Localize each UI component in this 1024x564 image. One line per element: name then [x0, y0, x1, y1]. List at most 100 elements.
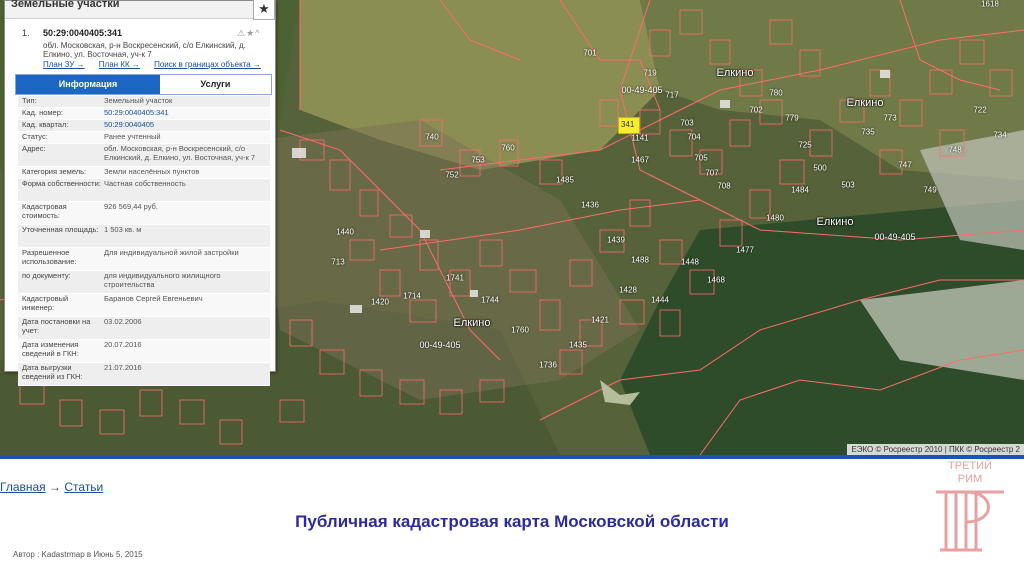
parcel-number-label[interactable]: 1485 [556, 176, 574, 185]
parcel-number-label[interactable]: 760 [501, 144, 514, 153]
quarter-label: 00-49-405 [419, 340, 461, 350]
tab-services[interactable]: Услуги [160, 75, 271, 94]
parcel-number-label[interactable]: 722 [973, 106, 986, 115]
info-row-value[interactable]: 50:29:0040405:341 [104, 108, 268, 118]
info-row: Кад. номер: 50:29:0040405:341 [18, 108, 270, 120]
info-row-key: Адрес: [22, 144, 46, 153]
page-title: Публичная кадастровая карта Московской о… [295, 512, 729, 531]
parcel-number-label[interactable]: 719 [643, 69, 656, 78]
parcel-number-label[interactable]: 704 [687, 133, 700, 142]
parcel-number-label[interactable]: 1448 [681, 258, 699, 267]
info-row-value[interactable]: 50:29:0040405 [104, 120, 268, 130]
parcel-number-label[interactable]: 1714 [403, 292, 421, 301]
info-table: Тип: Земельный участок Кад. номер: 50:29:00… [18, 96, 270, 386]
parcel-number-label[interactable]: 1736 [539, 361, 557, 370]
breadcrumb-home-link[interactable]: Главная [0, 480, 46, 494]
parcel-number-label[interactable]: 749 [923, 186, 936, 195]
info-row-value: обл. Московская, р-н Воскресенский, с/о … [104, 144, 255, 162]
parcel-number-label[interactable]: 701 [583, 49, 596, 58]
tab-information[interactable]: Информация [16, 75, 160, 94]
info-row: Адрес: обл. Московская, р-н Воскресенский… [18, 144, 270, 167]
parcel-number-label[interactable]: 779 [785, 114, 798, 123]
selected-parcel[interactable]: 341 [618, 117, 640, 134]
parcel-number-label[interactable]: 707 [705, 169, 718, 178]
info-row: Кадастровая стоимость: 926 569,44 руб. [18, 202, 270, 225]
parcel-number-label[interactable]: 747 [898, 161, 911, 170]
parcel-number-label[interactable]: 725 [798, 141, 811, 150]
parcel-number-label[interactable]: 748 [948, 146, 961, 155]
logo-emblem [936, 490, 1004, 552]
result-index: 1. [22, 28, 30, 38]
result-cad-number[interactable]: 50:29:0040405:341 [43, 28, 122, 38]
parcel-number-label[interactable]: 735 [861, 128, 874, 137]
plan-kk-link[interactable]: План КК → [99, 60, 140, 69]
info-row-value: 03.02.2006 [104, 317, 142, 326]
cadastral-map[interactable]: 341 Елкино Елкино Елкино Елкино 00-49-40… [0, 0, 1024, 455]
info-row-key: по документу: [22, 271, 71, 280]
quarter-label: 00-49-405 [874, 232, 916, 242]
info-row-key: Разрешенное использование: [22, 248, 77, 266]
star-icon[interactable]: ★ [253, 0, 275, 20]
info-row: Разрешенное использование: Для индивидуал… [18, 248, 270, 271]
info-row-key: Кад. номер: [22, 108, 63, 117]
result-links: План ЗУ → План КК → Поиск в границах объ… [43, 60, 273, 69]
info-row-value: 21.07.2016 [104, 363, 142, 372]
parcel-number-label[interactable]: 1420 [371, 298, 389, 307]
result-address: обл. Московская, р-н Воскресенский, с/о … [43, 41, 246, 59]
parcel-number-label[interactable]: 1439 [607, 236, 625, 245]
parcel-number-label[interactable]: 1480 [766, 214, 784, 223]
parcel-number-label[interactable]: 1421 [591, 316, 609, 325]
parcel-number-label[interactable]: 740 [425, 133, 438, 142]
info-panel: Земельные участки ★ 1. 50:29:0040405:341… [4, 0, 276, 386]
info-row: Статус: Ранее учтенный [18, 132, 270, 144]
parcel-number-label[interactable]: 780 [769, 89, 782, 98]
info-row-value: Земельный участок [104, 96, 173, 105]
panel-header: Земельные участки ★ [5, 0, 275, 20]
parcel-number-label[interactable]: 1436 [581, 201, 599, 210]
parcel-number-label[interactable]: 1484 [791, 186, 809, 195]
village-label: Елкино [816, 216, 854, 228]
parcel-number-label[interactable]: 702 [749, 106, 762, 115]
parcel-number-label[interactable]: 1760 [511, 326, 529, 335]
parcel-number-label[interactable]: 752 [445, 171, 458, 180]
search-in-bounds-link[interactable]: Поиск в границах объекта → [154, 60, 261, 69]
parcel-number-label[interactable]: 713 [331, 258, 344, 267]
parcel-number-label[interactable]: 1428 [619, 286, 637, 295]
info-row: по документу: для индивидуального жилищно… [18, 271, 270, 294]
parcel-number-label[interactable]: 500 [813, 164, 826, 173]
info-row-value: Частная собственность [104, 179, 186, 188]
parcel-number-label[interactable]: 1440 [336, 228, 354, 237]
breadcrumb-articles-link[interactable]: Статьи [64, 480, 103, 494]
parcel-number-label[interactable]: 703 [680, 119, 693, 128]
parcel-number-label[interactable]: 503 [841, 181, 854, 190]
result-action-icons[interactable]: ⚠★^ [237, 28, 260, 39]
parcel-number-label[interactable]: 1435 [569, 341, 587, 350]
site-logo[interactable]: ТРЕТИЙ РИМ [930, 458, 1010, 554]
parcel-number-label[interactable]: 717 [665, 91, 678, 100]
info-row-value: 20.07.2016 [104, 340, 142, 349]
parcel-number-label[interactable]: 1741 [446, 274, 464, 283]
quarter-label: 00-49-405 [621, 85, 663, 95]
article-byline: Автор : Kadastrmap в Июнь 5, 2015 [13, 550, 143, 559]
parcel-number-label[interactable]: 708 [717, 182, 730, 191]
info-row: Кад. квартал: 50:29:0040405 [18, 120, 270, 132]
info-row-value: 926 569,44 руб. [104, 202, 158, 211]
parcel-number-label[interactable]: 753 [471, 156, 484, 165]
info-row-value: Земли населённых пунктов [104, 167, 200, 176]
parcel-number-label[interactable]: 1744 [481, 296, 499, 305]
selected-parcel-label: 341 [621, 120, 635, 129]
parcel-number-label[interactable]: 1467 [631, 156, 649, 165]
parcel-number-label[interactable]: 1444 [651, 296, 669, 305]
parcel-number-label[interactable]: 734 [993, 131, 1006, 140]
logo-line1: ТРЕТИЙ [948, 459, 992, 472]
parcel-number-label[interactable]: 1618 [981, 0, 999, 9]
parcel-number-label[interactable]: 1477 [736, 246, 754, 255]
plan-zu-link[interactable]: План ЗУ → [43, 60, 85, 69]
info-row: Форма собственности: Частная собственност… [18, 179, 270, 202]
parcel-number-label[interactable]: 1488 [631, 256, 649, 265]
parcel-number-label[interactable]: 1141 [631, 134, 648, 143]
parcel-number-label[interactable]: 1468 [707, 276, 725, 285]
parcel-number-label[interactable]: 773 [883, 114, 896, 123]
info-row-key: Уточненная площадь: [22, 225, 99, 234]
parcel-number-label[interactable]: 705 [694, 154, 707, 163]
